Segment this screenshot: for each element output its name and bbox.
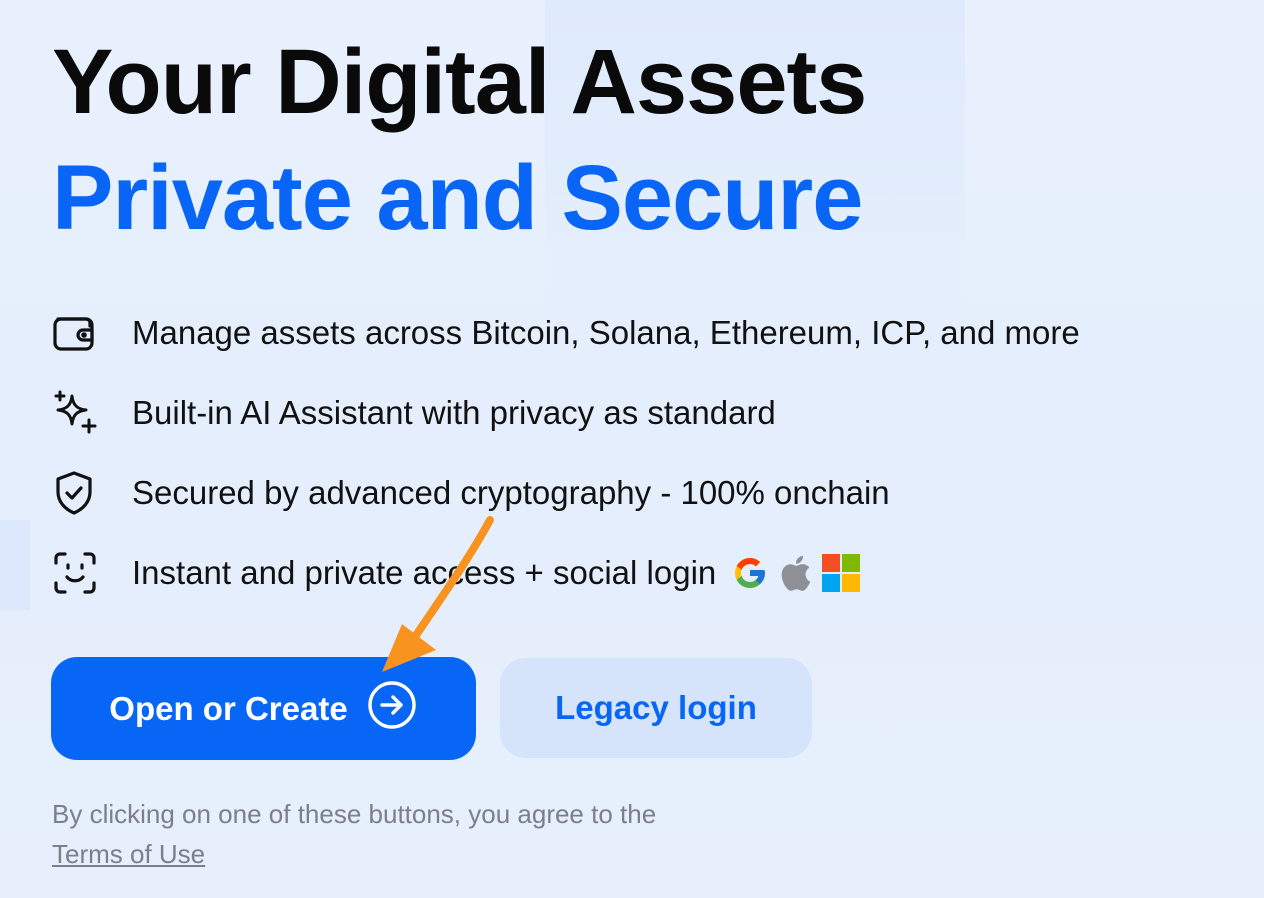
- feature-item-access: Instant and private access + social logi…: [52, 533, 1080, 613]
- terms-text: By clicking on one of these buttons, you…: [52, 799, 657, 829]
- feature-item-ai: Built-in AI Assistant with privacy as st…: [52, 373, 1080, 453]
- terms-notice: By clicking on one of these buttons, you…: [52, 794, 692, 874]
- shield-check-icon: [52, 469, 100, 517]
- legacy-login-button[interactable]: Legacy login: [500, 658, 812, 758]
- background-decoration-left: [0, 520, 30, 610]
- feature-item-assets: Manage assets across Bitcoin, Solana, Et…: [52, 293, 1080, 373]
- arrow-right-circle-icon: [366, 679, 418, 739]
- sparkles-icon: [52, 389, 100, 437]
- microsoft-icon: [822, 554, 861, 592]
- feature-text: Manage assets across Bitcoin, Solana, Et…: [132, 314, 1080, 351]
- hero-title-line-1: Your Digital Assets: [52, 31, 867, 133]
- hero-title-line-2: Private and Secure: [52, 147, 863, 249]
- social-login-icons: [732, 554, 861, 592]
- wallet-icon: [52, 309, 100, 357]
- hero-title: Your Digital Assets Private and Secure: [52, 24, 867, 256]
- face-id-icon: [52, 549, 100, 597]
- google-icon: [732, 555, 768, 591]
- feature-item-security: Secured by advanced cryptography - 100% …: [52, 453, 1080, 533]
- feature-text: Built-in AI Assistant with privacy as st…: [132, 394, 776, 431]
- feature-list: Manage assets across Bitcoin, Solana, Et…: [52, 293, 1080, 613]
- annotation-arrow-icon: [382, 516, 494, 672]
- apple-icon: [778, 554, 812, 592]
- feature-text: Secured by advanced cryptography - 100% …: [132, 474, 890, 511]
- open-or-create-label: Open or Create: [109, 689, 348, 727]
- terms-of-use-link[interactable]: Terms of Use: [52, 839, 205, 869]
